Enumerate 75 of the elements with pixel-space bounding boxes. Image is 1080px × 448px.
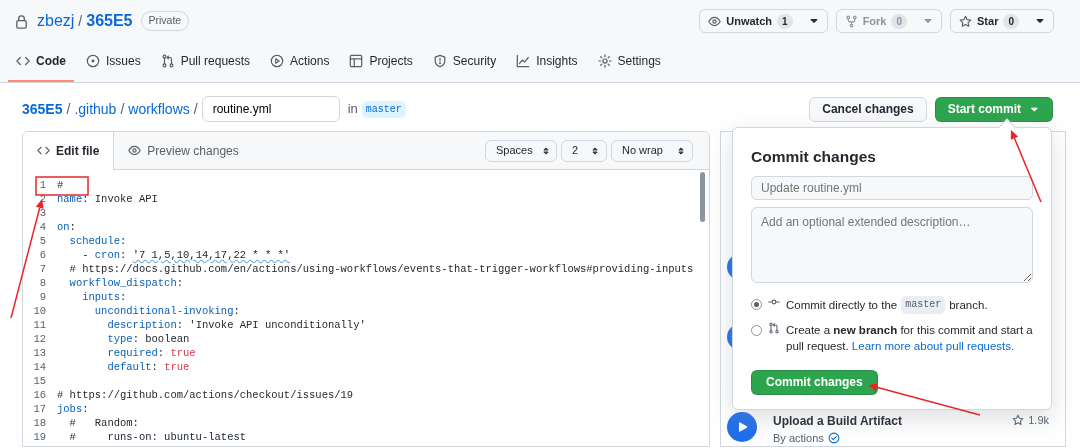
line-number: 11 xyxy=(32,318,47,332)
line-number: 5 xyxy=(38,234,47,248)
breadcrumb-link[interactable]: 365E5 xyxy=(22,98,63,120)
count-badge: 0 xyxy=(1003,13,1019,29)
repo-name-link[interactable]: 365E5 xyxy=(86,9,133,33)
code-line: jobs: xyxy=(57,402,89,416)
description-field[interactable]: Add an optional extended description… xyxy=(751,206,1033,283)
branch-label: master xyxy=(361,100,406,118)
filename-field[interactable]: routine.yml xyxy=(201,96,340,122)
repo-tab[interactable]: Actions xyxy=(262,42,338,82)
line-number: 13 xyxy=(32,346,47,360)
repo-tab[interactable]: Projects xyxy=(341,42,421,82)
code-line: default: true xyxy=(106,360,190,374)
select-dropdown[interactable]: 2 xyxy=(561,139,607,162)
code-line: # https://docs.github.com/en/actions/using-workflows/events-that-trigger-workflows#providing-inputs xyxy=(68,262,694,276)
line-number: 7 xyxy=(38,262,47,276)
line-number: 9 xyxy=(38,290,47,304)
breadcrumb-link[interactable]: workflows xyxy=(128,98,190,120)
path-separator: / xyxy=(66,99,71,119)
code-line: type: boolean xyxy=(106,332,190,346)
repo-tab[interactable]: Issues xyxy=(78,42,149,82)
repo-tab[interactable]: Code xyxy=(8,42,74,82)
code-line: # https://github.com/actions/checkout/issues/19 xyxy=(57,388,354,402)
line-number: 6 xyxy=(38,248,47,262)
code-line: - cron: '7 1,5,10,14,17,22 * * *' xyxy=(81,248,291,262)
code-line: on: xyxy=(57,220,76,234)
line-number: 8 xyxy=(38,276,47,290)
count-badge: 1 xyxy=(777,13,793,29)
line-number: 14 xyxy=(32,360,47,374)
line-number: 3 xyxy=(38,206,47,220)
action-title[interactable]: Upload a Build Artifact xyxy=(773,412,997,430)
line-number: 19 xyxy=(32,430,47,444)
code-line: required: true xyxy=(106,346,196,360)
line-number: 16 xyxy=(32,388,47,402)
select-dropdown[interactable]: Spaces xyxy=(485,139,557,162)
repo-tab[interactable]: Insights xyxy=(508,42,586,82)
breadcrumb-link[interactable]: .github xyxy=(74,98,117,120)
code-line: unconditional-invoking: xyxy=(93,304,240,318)
path-separator: / xyxy=(193,99,198,119)
line-number: 17 xyxy=(32,402,47,416)
code-line: # xyxy=(57,178,64,192)
code-line: # runs-on: ubuntu-latest xyxy=(68,430,247,444)
repo-owner-link[interactable]: zbezj xyxy=(37,9,75,33)
learn-more-link[interactable]: Learn more about pull requests. xyxy=(851,339,1015,352)
cancel-button[interactable]: Cancel changes xyxy=(809,96,927,122)
line-number: 4 xyxy=(38,220,47,234)
option-text: branch. xyxy=(949,297,988,313)
repo-tab[interactable]: Security xyxy=(424,42,505,82)
path-separator: / xyxy=(78,11,83,31)
repo-tab[interactable]: Pull requests xyxy=(152,42,259,82)
option-text: Create a new branch for this commit and start a pull request. Learn more about pull requests. xyxy=(786,322,1033,354)
editor-tab[interactable]: Edit file xyxy=(23,132,115,170)
repo-tab[interactable]: Settings xyxy=(589,42,669,82)
option-text: Commit directly to the xyxy=(786,297,898,313)
dialog-title: Commit changes xyxy=(751,148,877,167)
star-count: 1.9k xyxy=(1028,413,1049,428)
line-number: 12 xyxy=(32,332,47,346)
action-author: By actions xyxy=(773,431,824,446)
branch-label: master xyxy=(901,295,946,314)
line-number: 10 xyxy=(32,304,47,318)
code-line: workflow_dispatch: xyxy=(68,276,184,290)
code-line: schedule: xyxy=(68,234,127,248)
code-line: description: 'Invoke API unconditionally' xyxy=(106,318,366,332)
editor-tab[interactable]: Preview changes xyxy=(114,132,253,170)
code-line: # Random: xyxy=(68,416,139,430)
line-number: 1 xyxy=(38,178,47,192)
code-line: name: Invoke API xyxy=(57,192,158,206)
branch-prefix-text: in xyxy=(347,100,358,119)
path-separator: / xyxy=(120,99,125,119)
count-badge: 0 xyxy=(891,13,908,29)
line-number: 15 xyxy=(32,374,47,388)
line-number: 18 xyxy=(32,416,47,430)
commit-summary-field[interactable]: Update routine.yml xyxy=(751,175,1033,200)
select-dropdown[interactable]: No wrap xyxy=(611,139,693,162)
code-line: inputs: xyxy=(81,290,127,304)
